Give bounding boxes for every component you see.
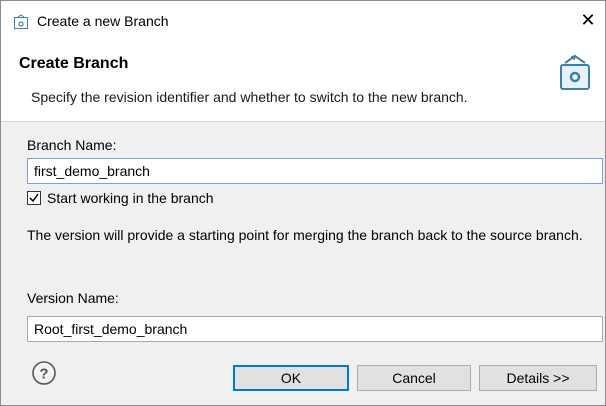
- ok-button[interactable]: OK: [233, 365, 349, 391]
- start-working-label: Start working in the branch: [47, 190, 214, 206]
- svg-text:?: ?: [39, 366, 48, 383]
- start-working-option[interactable]: Start working in the branch: [27, 188, 214, 208]
- version-name-input[interactable]: [27, 316, 603, 342]
- title-bar: Create a new Branch ✕: [1, 1, 605, 41]
- version-name-label: Version Name:: [27, 290, 119, 306]
- info-text: The version will provide a starting poin…: [27, 227, 583, 243]
- details-button[interactable]: Details >>: [479, 365, 597, 391]
- window-title: Create a new Branch: [37, 13, 169, 29]
- start-working-checkbox[interactable]: [27, 191, 41, 205]
- branch-banner-icon: [557, 53, 593, 93]
- create-branch-dialog: Create a new Branch ✕ Create Branch Spec…: [0, 0, 606, 406]
- close-icon[interactable]: ✕: [575, 7, 601, 33]
- help-icon[interactable]: ?: [31, 360, 57, 386]
- branch-app-icon: [13, 14, 29, 30]
- header-banner: Create Branch Specify the revision ident…: [1, 41, 605, 122]
- branch-name-label: Branch Name:: [27, 137, 117, 153]
- branch-name-input[interactable]: [27, 158, 603, 184]
- dialog-heading: Create Branch: [19, 55, 129, 72]
- cancel-button[interactable]: Cancel: [357, 365, 471, 391]
- checkmark-icon: [29, 193, 39, 203]
- dialog-description: Specify the revision identifier and whet…: [31, 89, 468, 105]
